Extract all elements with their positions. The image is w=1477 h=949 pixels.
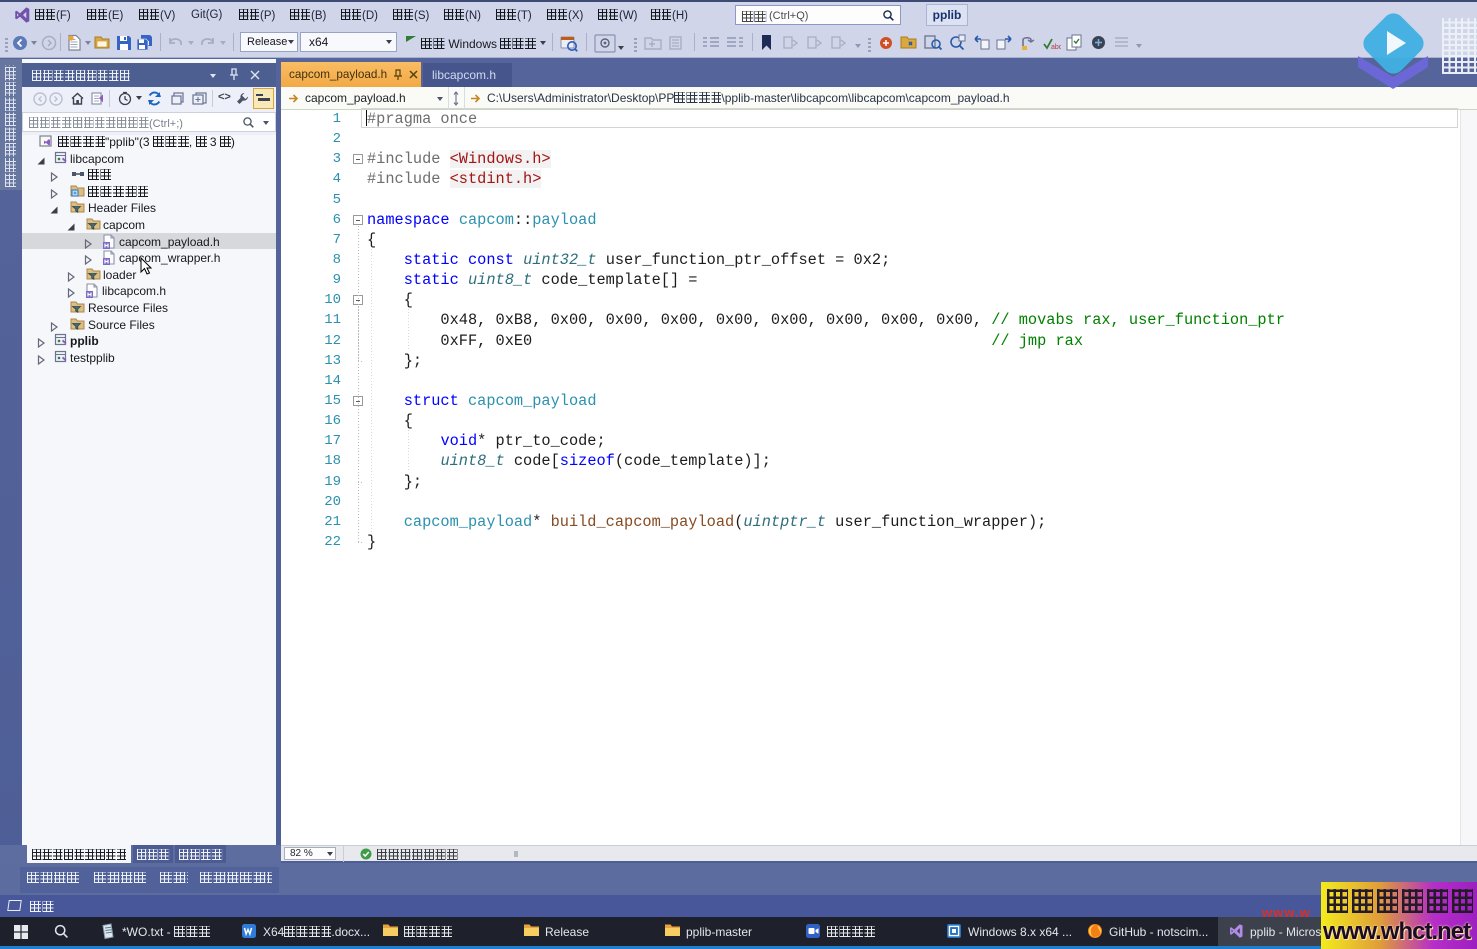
svg-text:abc: abc — [1051, 44, 1061, 50]
